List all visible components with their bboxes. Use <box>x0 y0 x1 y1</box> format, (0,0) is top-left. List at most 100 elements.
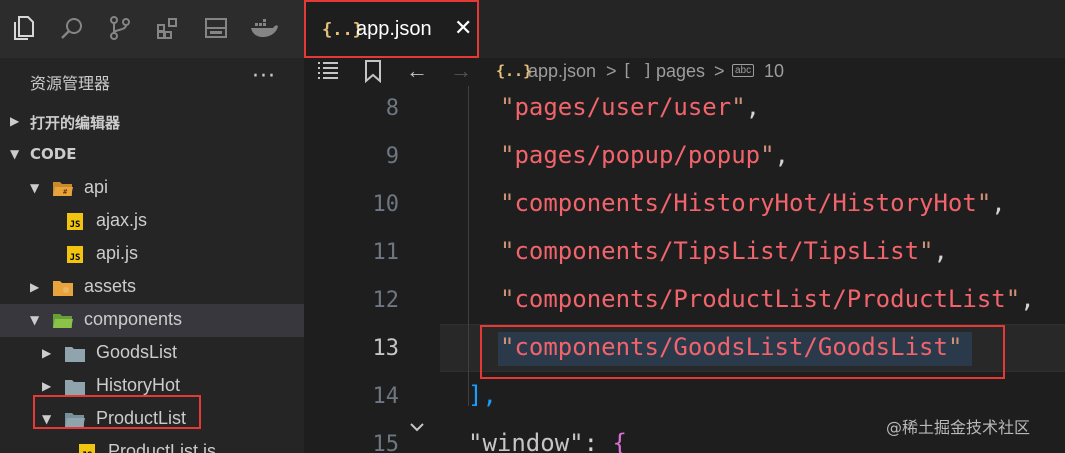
array-close: ], <box>468 381 497 409</box>
breadcrumb-separator: > <box>606 61 617 81</box>
js-file-icon: JS <box>67 213 83 230</box>
chevron-right-icon: ▶ <box>30 280 40 294</box>
code-line[interactable]: "components/ProductList/ProductList", <box>500 285 1035 313</box>
json-braces-icon: {..} <box>496 62 533 80</box>
indent-guide <box>468 86 469 406</box>
extensions-icon[interactable] <box>154 14 182 42</box>
tree-item-label: assets <box>84 276 137 296</box>
quote: " <box>1005 285 1021 313</box>
quote: " <box>760 141 775 169</box>
section-open-editors[interactable]: ▶ 打开的编辑器 <box>0 106 304 138</box>
line-number-active: 13 <box>372 336 400 361</box>
breadcrumb-item[interactable]: 10 <box>764 61 784 82</box>
comma: , <box>991 189 1006 217</box>
comma: , <box>774 141 789 169</box>
tree-item-assets[interactable]: ▶ assets <box>0 271 304 304</box>
editor-toolbar: ← → {..} app.json > [ ] pages > abc 10 <box>304 58 1065 86</box>
tree-item-productlist-js[interactable]: JS ProductList.js <box>0 436 304 453</box>
tree-item-api[interactable]: ▼ # api <box>0 172 304 205</box>
code-line[interactable]: "pages/popup/popup", <box>500 141 789 169</box>
object-open: { <box>612 429 627 453</box>
chevron-down-icon: ▼ <box>30 313 40 327</box>
forward-arrow-icon[interactable]: → <box>450 58 472 84</box>
tree-item-components[interactable]: ▼ components <box>0 304 304 337</box>
code-line-highlight-box <box>480 325 1005 379</box>
tree-item-label: HistoryHot <box>96 375 181 395</box>
close-icon[interactable]: ✕ <box>454 16 472 41</box>
chevron-right-icon: ▶ <box>42 346 52 360</box>
goodslist-highlight-box <box>33 395 201 429</box>
quote: " <box>731 93 746 121</box>
string-value: pages/popup/popup <box>514 141 761 169</box>
source-control-icon[interactable] <box>106 14 134 42</box>
search-icon[interactable] <box>58 14 86 42</box>
tab-app-json[interactable]: {..} app.json ✕ <box>304 0 479 58</box>
code-editor[interactable]: 8 "pages/user/user", 9 "pages/popup/popu… <box>304 86 1065 453</box>
code-line[interactable]: "components/TipsList/TipsList", <box>500 237 948 265</box>
chevron-down-icon: ▼ <box>10 147 20 161</box>
comma: , <box>1020 285 1035 313</box>
line-number: 9 <box>385 144 399 169</box>
tab-label: app.json <box>356 18 432 40</box>
folder-icon <box>52 279 73 297</box>
section-label: CODE <box>30 145 77 163</box>
watermark: @稀土掘金技术社区 <box>886 418 1031 437</box>
tree-item-label: ProductList.js <box>108 441 217 453</box>
breadcrumb-pages[interactable]: pages <box>656 61 705 82</box>
quote: " <box>500 93 515 121</box>
tree-item-ajax-js[interactable]: JS ajax.js <box>0 205 304 238</box>
string-value: pages/user/user <box>514 93 732 121</box>
quote: " <box>500 285 515 313</box>
files-icon[interactable] <box>10 14 38 42</box>
array-icon: [ ] <box>622 61 653 81</box>
quote: " <box>500 189 515 217</box>
list-icon[interactable] <box>316 59 340 86</box>
string-icon: abc <box>732 64 755 77</box>
chevron-right-icon: ▶ <box>42 379 52 393</box>
js-file-icon: JS <box>67 246 83 263</box>
quote: " <box>500 141 515 169</box>
folder-open-icon <box>52 312 73 330</box>
tree-item-label: ajax.js <box>96 210 148 230</box>
section-code[interactable]: ▼ CODE <box>0 139 304 171</box>
comma: , <box>933 237 948 265</box>
explorer-sidebar: 资源管理器 ··· ▶ 打开的编辑器 ▼ CODE ▼ # api JS aja… <box>0 58 304 453</box>
breadcrumb-file[interactable]: app.json <box>528 61 596 82</box>
fold-chevron-icon[interactable] <box>409 420 425 436</box>
more-actions-icon[interactable]: ··· <box>252 64 276 89</box>
bookmark-icon[interactable] <box>364 59 382 88</box>
comma: , <box>745 93 761 121</box>
title-bar: {..} app.json ✕ <box>0 0 1065 58</box>
quote: " <box>919 237 934 265</box>
chevron-down-icon: ▼ <box>30 181 40 195</box>
quote: " <box>569 429 584 453</box>
folder-icon <box>64 378 85 396</box>
code-line[interactable]: "pages/user/user", <box>500 93 760 121</box>
back-arrow-icon[interactable]: ← <box>406 58 428 84</box>
line-number: 15 <box>372 432 400 453</box>
tree-item-label: api.js <box>96 243 139 263</box>
tree-item-label: GoodsList <box>96 342 178 362</box>
remote-explorer-icon[interactable] <box>202 14 230 42</box>
line-number: 8 <box>385 96 399 121</box>
folder-icon <box>64 345 85 363</box>
colon: : <box>583 429 613 453</box>
json-key: window <box>482 429 570 453</box>
code-line[interactable]: ], <box>468 381 497 409</box>
quote: " <box>976 189 992 217</box>
explorer-header: 资源管理器 ··· <box>0 58 304 104</box>
tree-item-goodslist[interactable]: ▶ GoodsList <box>0 337 304 370</box>
line-number: 10 <box>372 192 400 217</box>
code-line[interactable]: "window": { <box>468 429 627 453</box>
code-line[interactable]: "components/HistoryHot/HistoryHot", <box>500 189 1006 217</box>
quote: " <box>500 237 515 265</box>
activity-bar <box>0 0 304 58</box>
folder-open-icon: # <box>52 180 73 198</box>
line-number: 11 <box>372 240 400 265</box>
section-label: 打开的编辑器 <box>30 114 121 132</box>
string-value: components/HistoryHot/HistoryHot <box>514 189 977 217</box>
tree-item-api-js[interactable]: JS api.js <box>0 238 304 271</box>
tree-item-label: components <box>84 309 183 329</box>
docker-icon[interactable] <box>250 14 278 42</box>
breadcrumb-separator: > <box>714 61 725 81</box>
